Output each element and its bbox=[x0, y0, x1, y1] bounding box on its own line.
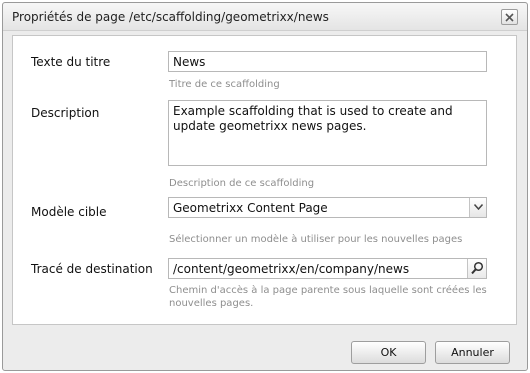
page-properties-dialog: Propriétés de page /etc/scaffolding/geom… bbox=[2, 2, 528, 371]
template-field-label: Modèle cible bbox=[31, 205, 107, 219]
destination-field-label: Tracé de destination bbox=[31, 262, 153, 276]
ok-button[interactable]: OK bbox=[351, 341, 426, 364]
destination-path-value: /content/geometrixx/en/company/news bbox=[173, 262, 410, 276]
template-field-hint: Sélectionner un modèle à utiliser pour l… bbox=[169, 234, 463, 245]
dialog-title: Propriétés de page /etc/scaffolding/geom… bbox=[12, 10, 329, 24]
description-textarea-value: Example scaffolding that is used to crea… bbox=[173, 104, 453, 133]
cancel-button[interactable]: Annuler bbox=[435, 341, 510, 364]
close-button[interactable] bbox=[501, 9, 518, 25]
title-input-value: News bbox=[173, 55, 206, 69]
template-select-value: Geometrixx Content Page bbox=[173, 201, 328, 215]
title-field-hint: Titre de ce scaffolding bbox=[169, 79, 280, 90]
destination-field-hint: Chemin d'accès à la page parente sous la… bbox=[169, 285, 487, 309]
destination-path-input[interactable]: /content/geometrixx/en/company/news bbox=[168, 258, 487, 279]
template-select[interactable]: Geometrixx Content Page bbox=[168, 197, 487, 218]
description-field-hint: Description de ce scaffolding bbox=[169, 178, 315, 189]
search-icon bbox=[471, 261, 484, 275]
chevron-down-icon bbox=[474, 204, 483, 210]
dialog-titlebar[interactable]: Propriétés de page /etc/scaffolding/geom… bbox=[3, 3, 527, 31]
close-icon bbox=[505, 13, 514, 22]
template-dropdown-button[interactable] bbox=[469, 198, 486, 217]
description-textarea[interactable]: Example scaffolding that is used to crea… bbox=[168, 100, 487, 166]
title-field-label: Texte du titre bbox=[31, 55, 111, 69]
title-input[interactable]: News bbox=[168, 51, 487, 72]
form-panel: Texte du titre News Titre de ce scaffold… bbox=[12, 35, 517, 325]
path-browse-button[interactable] bbox=[467, 259, 486, 278]
description-field-label: Description bbox=[31, 106, 100, 120]
